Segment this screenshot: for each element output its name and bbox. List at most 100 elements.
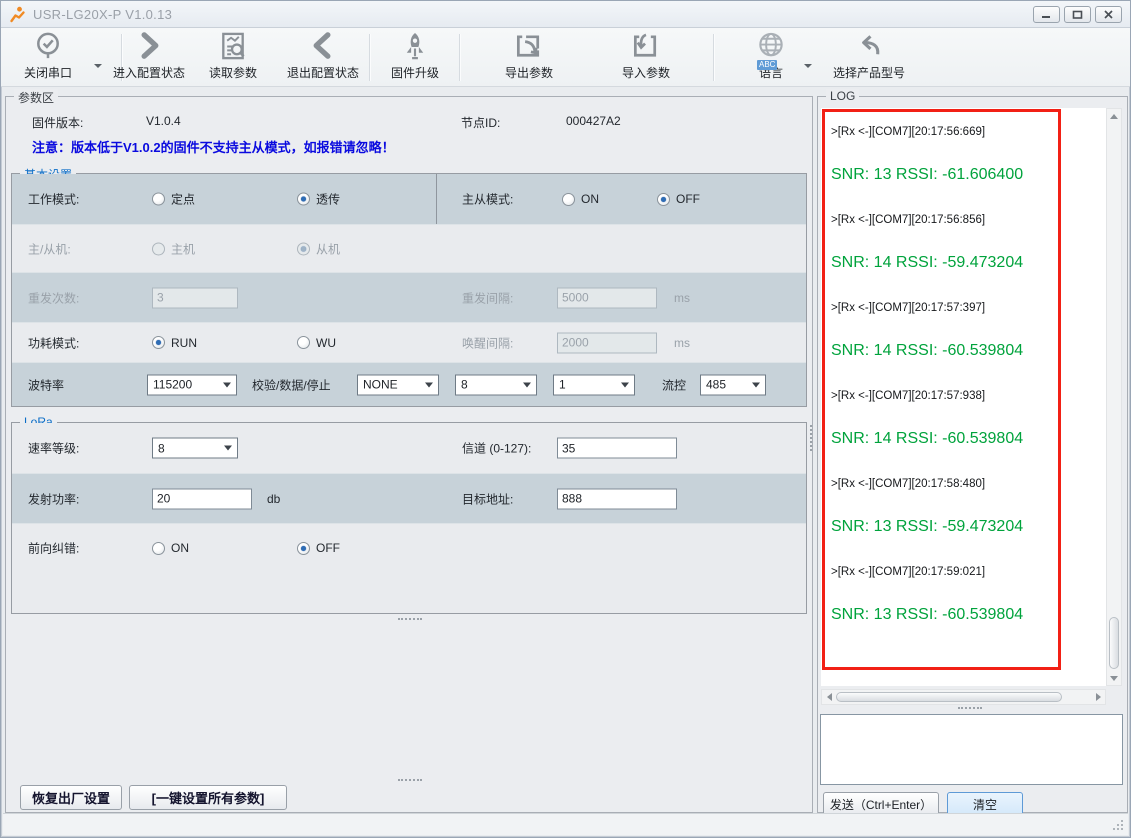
- row-rate: 速率等级: 8 信道 (0-127):: [12, 423, 806, 473]
- parity-label: 校验/数据/停止: [252, 376, 331, 393]
- scroll-left-button[interactable]: [822, 690, 836, 704]
- close-serial-dropdown[interactable]: [91, 46, 105, 86]
- radio-slave: 从机: [297, 240, 340, 257]
- radio-fec-on[interactable]: ON: [152, 541, 189, 555]
- toolbar-button-close-serial[interactable]: 关闭串口: [13, 31, 83, 84]
- language-dropdown[interactable]: [801, 46, 815, 86]
- log-view[interactable]: >[Rx <-][COM7][20:17:56:669] SNR: 13 RSS…: [821, 108, 1106, 686]
- radio-label: ON: [171, 541, 189, 555]
- abc-badge: ABC: [757, 60, 777, 70]
- title-bar[interactable]: USR-LG20X-P V1.0.13: [1, 1, 1130, 28]
- radio-checked-icon: [297, 242, 310, 255]
- data-bits-select[interactable]: 8: [455, 374, 537, 395]
- toolbar-label: 导出参数: [505, 64, 553, 81]
- toolbar-button-exit-config[interactable]: 退出配置状态: [283, 31, 363, 84]
- resend-interval-label: 重发间隔:: [462, 289, 513, 306]
- radio-icon: [297, 336, 310, 349]
- chevron-down-icon: [523, 382, 531, 387]
- toolbar-label: 进入配置状态: [113, 64, 185, 81]
- toolbar-button-language[interactable]: ABC 语言: [749, 31, 793, 84]
- maximize-button[interactable]: [1064, 6, 1091, 23]
- radio-icon: [152, 193, 165, 206]
- flow-label: 流控: [662, 376, 686, 393]
- radio-checked-icon: [657, 193, 670, 206]
- radio-checked-icon: [297, 542, 310, 555]
- radio-ms-mode-on[interactable]: ON: [562, 192, 599, 206]
- toolbar-button-read-params[interactable]: 读取参数: [205, 31, 261, 84]
- restore-factory-button[interactable]: 恢复出厂设置: [20, 785, 122, 810]
- row-uart: 波特率 115200 校验/数据/停止 NONE 8 1 流控 485: [12, 362, 806, 406]
- chevron-down-icon: [224, 446, 232, 451]
- rate-select[interactable]: 8: [152, 438, 238, 459]
- lora-settings-box: LoRa 速率等级: 8 信道 (0-127): 发射功率: db 目标地址: …: [11, 422, 807, 614]
- target-addr-label: 目标地址:: [462, 490, 513, 507]
- minimize-button[interactable]: [1033, 6, 1060, 23]
- toolbar-label: 固件升级: [391, 64, 439, 81]
- radio-icon: [562, 193, 575, 206]
- log-line: >[Rx <-][COM7][20:17:57:397]: [831, 302, 1052, 314]
- splitter-handle[interactable]: [398, 618, 422, 620]
- toolbar-button-select-model[interactable]: 选择产品型号: [823, 31, 915, 84]
- stop-bits-select[interactable]: 1: [553, 374, 635, 395]
- log-line: >[Rx <-][COM7][20:17:58:480]: [831, 478, 1052, 490]
- horizontal-scroll-thumb[interactable]: [836, 692, 1062, 702]
- status-bar: [3, 813, 1128, 835]
- toolbar-label: 关闭串口: [24, 64, 72, 81]
- vertical-scroll-thumb[interactable]: [1109, 617, 1119, 669]
- chevron-down-icon: [804, 64, 812, 68]
- radio-label: RUN: [171, 336, 197, 350]
- power-mode-label: 功耗模式:: [28, 334, 79, 351]
- radio-fec-off[interactable]: OFF: [297, 541, 340, 555]
- scroll-right-button[interactable]: [1091, 690, 1105, 704]
- panel-splitter-handle[interactable]: [810, 425, 812, 451]
- log-line: SNR: 14 RSSI: -59.473204: [831, 254, 1052, 272]
- basic-settings-box: 基本设置 工作模式: 定点 透传 主从模式: ON OFF 主/: [11, 173, 807, 407]
- row-power-mode: 功耗模式: RUN WU 唤醒间隔: ms: [12, 322, 806, 362]
- parity-select[interactable]: NONE: [357, 374, 439, 395]
- set-all-params-button[interactable]: [一键设置所有参数]: [129, 785, 287, 810]
- log-vertical-scrollbar[interactable]: [1106, 108, 1122, 686]
- import-icon: [629, 31, 663, 62]
- target-addr-input[interactable]: [557, 488, 677, 509]
- node-id-value: 000427A2: [566, 114, 621, 128]
- log-group-title: LOG: [826, 89, 859, 103]
- app-logo-icon: [9, 6, 26, 23]
- log-groupbox: LOG >[Rx <-][COM7][20:17:56:669] SNR: 13…: [817, 96, 1128, 813]
- radio-work-mode-transparent[interactable]: 透传: [297, 191, 340, 208]
- splitter-handle[interactable]: [398, 779, 422, 781]
- toolbar-button-enter-config[interactable]: 进入配置状态: [109, 31, 189, 84]
- channel-input[interactable]: [557, 438, 677, 459]
- wake-interval-label: 唤醒间隔:: [462, 334, 513, 351]
- splitter-handle[interactable]: [958, 707, 982, 709]
- toolbar-button-firmware-upgrade[interactable]: 固件升级: [386, 31, 444, 84]
- resize-grip-icon[interactable]: [1111, 818, 1123, 830]
- log-line: >[Rx <-][COM7][20:17:56:669]: [831, 126, 1052, 138]
- close-button[interactable]: [1095, 6, 1122, 23]
- wake-interval-unit: ms: [674, 336, 690, 350]
- flow-select[interactable]: 485: [700, 374, 766, 395]
- send-input[interactable]: [820, 714, 1123, 785]
- scroll-down-button[interactable]: [1107, 671, 1121, 685]
- radio-power-run[interactable]: RUN: [152, 336, 197, 350]
- chevron-down-icon: [425, 382, 433, 387]
- resend-times-input: [152, 287, 238, 308]
- row-tx-power: 发射功率: db 目标地址:: [12, 473, 806, 523]
- radio-label: 定点: [171, 191, 195, 208]
- parity-value: NONE: [363, 378, 398, 392]
- radio-label: OFF: [316, 541, 340, 555]
- radio-label: 主机: [171, 240, 195, 257]
- toolbar-button-import-params[interactable]: 导入参数: [618, 31, 674, 84]
- radio-ms-mode-off[interactable]: OFF: [657, 192, 700, 206]
- tx-power-input[interactable]: [152, 488, 252, 509]
- baud-select[interactable]: 115200: [147, 374, 237, 395]
- resend-times-label: 重发次数:: [28, 289, 79, 306]
- radio-icon: [152, 242, 165, 255]
- firmware-version-value: V1.0.4: [146, 114, 181, 128]
- toolbar-button-export-params[interactable]: 导出参数: [501, 31, 557, 84]
- log-line: SNR: 13 RSSI: -59.473204: [831, 518, 1052, 536]
- notice-text: 注意：版本低于V1.0.2的固件不支持主从模式，如报错请忽略！: [32, 137, 395, 156]
- scroll-up-button[interactable]: [1107, 109, 1121, 123]
- radio-work-mode-fixed[interactable]: 定点: [152, 191, 195, 208]
- radio-power-wu[interactable]: WU: [297, 336, 336, 350]
- log-horizontal-scrollbar[interactable]: [821, 689, 1106, 705]
